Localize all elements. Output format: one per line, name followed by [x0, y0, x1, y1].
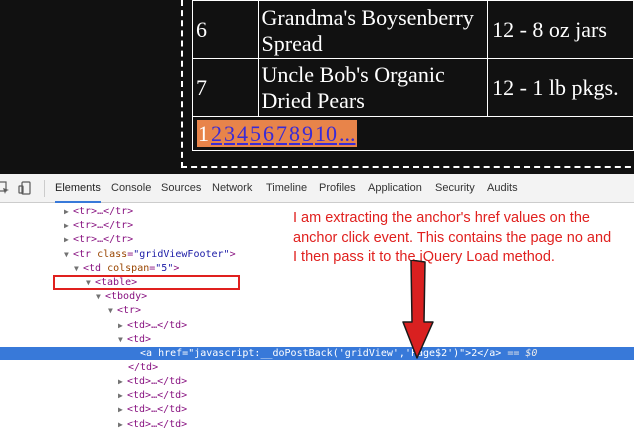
dom-node-text: <td>…</td>	[127, 404, 188, 415]
inspect-element-icon[interactable]	[0, 181, 10, 195]
dom-node-line[interactable]: ▶ <td>…</td>	[0, 319, 634, 332]
collapsed-triangle-icon[interactable]: ▶	[118, 418, 127, 431]
product-name-cell: Uncle Bob's Organic Dried Pears	[257, 58, 489, 117]
tab-security[interactable]: Security	[435, 174, 475, 203]
dom-tag: <tbody>	[105, 291, 148, 302]
dom-node-line-selected[interactable]: <a href="javascript:__doPostBack('gridVi…	[0, 347, 634, 360]
dom-tag: <td	[83, 263, 102, 274]
annotation-arrow-icon	[402, 260, 434, 359]
pager-link[interactable]: 8	[288, 120, 301, 147]
dashed-border-bottom	[181, 166, 634, 168]
dom-node-text: <td>…</td>	[127, 320, 188, 331]
dom-attr-name: colspan	[107, 263, 150, 274]
device-mode-icon[interactable]	[18, 181, 32, 195]
dom-node-line[interactable]: ▶ <td>…</td>	[0, 403, 634, 416]
dom-node-text: <td>…</td>	[127, 419, 188, 430]
collapsed-triangle-icon[interactable]: ▶	[118, 403, 127, 416]
expanded-triangle-icon[interactable]: ▼	[108, 304, 117, 317]
dom-node-line[interactable]: ▼ <tbody>	[0, 290, 634, 303]
dom-tag: <tr	[73, 249, 92, 260]
dom-node-line[interactable]: </td>	[0, 361, 634, 374]
pager-link[interactable]: 9	[301, 120, 314, 147]
quantity-cell: 12 - 1 lb pkgs.	[487, 58, 634, 117]
tab-sources[interactable]: Sources	[161, 174, 201, 203]
dom-node-text: <td>…</td>	[127, 376, 188, 387]
devtools-toolbar: Elements Console Sources Network Timelin…	[0, 174, 634, 203]
pager-link[interactable]: 7	[275, 120, 288, 147]
dom-node-text: <tr>…</tr>	[73, 206, 134, 217]
dom-node-line[interactable]: ▶ <td>…</td>	[0, 375, 634, 388]
devtools-panel: Elements Console Sources Network Timelin…	[0, 174, 634, 439]
dom-node-line[interactable]: ▶ <td>…</td>	[0, 389, 634, 402]
dom-attr-value: "gridViewFooter"	[133, 249, 230, 260]
dom-attr-name: href	[158, 348, 183, 359]
pager-link[interactable]: 6	[262, 120, 275, 147]
tab-elements[interactable]: Elements	[55, 174, 101, 203]
dashed-border-left	[181, 0, 183, 168]
expanded-triangle-icon[interactable]: ▼	[96, 290, 105, 303]
collapsed-triangle-icon[interactable]: ▶	[118, 389, 127, 402]
expanded-triangle-icon[interactable]: ▼	[64, 248, 73, 261]
pager: 1 2 3 4 5 6 7 8 9 10 ...	[193, 117, 633, 150]
table-row: 6 Grandma's Boysenberry Spread 12 - 8 oz…	[192, 0, 634, 59]
dom-node-text: <tr>…</tr>	[73, 220, 134, 231]
collapsed-triangle-icon[interactable]: ▶	[64, 205, 73, 218]
dom-tag: <a	[140, 348, 153, 359]
pager-link[interactable]: 5	[249, 120, 262, 147]
dom-attr-value: "5"	[155, 263, 174, 274]
products-grid: 6 Grandma's Boysenberry Spread 12 - 8 oz…	[192, 0, 634, 151]
tab-audits[interactable]: Audits	[487, 174, 518, 203]
expanded-triangle-icon[interactable]: ▼	[118, 333, 127, 346]
selected-node-marker: == $0	[507, 348, 538, 359]
dom-tag: <td>	[127, 334, 152, 345]
annotation-note: I am extracting the anchor's href values…	[293, 210, 612, 265]
dom-node-text: <td>…</td>	[127, 390, 188, 401]
collapsed-triangle-icon[interactable]: ▶	[118, 319, 127, 332]
annotation-highlight-box	[53, 275, 240, 290]
dom-node-line[interactable]: ▼ <td>	[0, 333, 634, 346]
pager-link[interactable]: 2	[210, 120, 223, 147]
tab-console[interactable]: Console	[111, 174, 151, 203]
dom-tag: </td>	[128, 362, 159, 373]
tab-network[interactable]: Network	[212, 174, 252, 203]
pager-current-page: 1	[197, 120, 210, 147]
product-id-cell: 6	[192, 0, 259, 59]
quantity-cell: 12 - 8 oz jars	[487, 0, 634, 59]
tab-profiles[interactable]: Profiles	[319, 174, 356, 203]
collapsed-triangle-icon[interactable]: ▶	[64, 219, 73, 232]
pager-link[interactable]: 10	[314, 120, 338, 147]
tab-timeline[interactable]: Timeline	[266, 174, 307, 203]
pager-link[interactable]: 3	[223, 120, 236, 147]
pager-cell: 1 2 3 4 5 6 7 8 9 10 ...	[192, 116, 634, 151]
toolbar-separator	[44, 180, 45, 197]
grid-footer-row: 1 2 3 4 5 6 7 8 9 10 ...	[192, 116, 634, 151]
dom-node-line[interactable]: ▶ <td>…</td>	[0, 418, 634, 431]
dom-attr-name: class	[97, 249, 128, 260]
collapsed-triangle-icon[interactable]: ▶	[118, 375, 127, 388]
tab-application[interactable]: Application	[368, 174, 422, 203]
rendered-page: 6 Grandma's Boysenberry Spread 12 - 8 oz…	[0, 0, 634, 174]
dom-tag: </a>	[477, 348, 502, 359]
dom-tag: <tr>	[117, 305, 142, 316]
product-id-cell: 7	[192, 58, 259, 117]
expanded-triangle-icon[interactable]: ▼	[74, 262, 83, 275]
product-name-cell: Grandma's Boysenberry Spread	[257, 0, 489, 59]
dom-node-line[interactable]: ▼ <tr>	[0, 304, 634, 317]
collapsed-triangle-icon[interactable]: ▶	[64, 233, 73, 246]
table-row: 7 Uncle Bob's Organic Dried Pears 12 - 1…	[192, 58, 634, 117]
pager-link[interactable]: 4	[236, 120, 249, 147]
dom-node-text: <tr>…</tr>	[73, 234, 134, 245]
pager-link-more[interactable]: ...	[338, 120, 357, 147]
